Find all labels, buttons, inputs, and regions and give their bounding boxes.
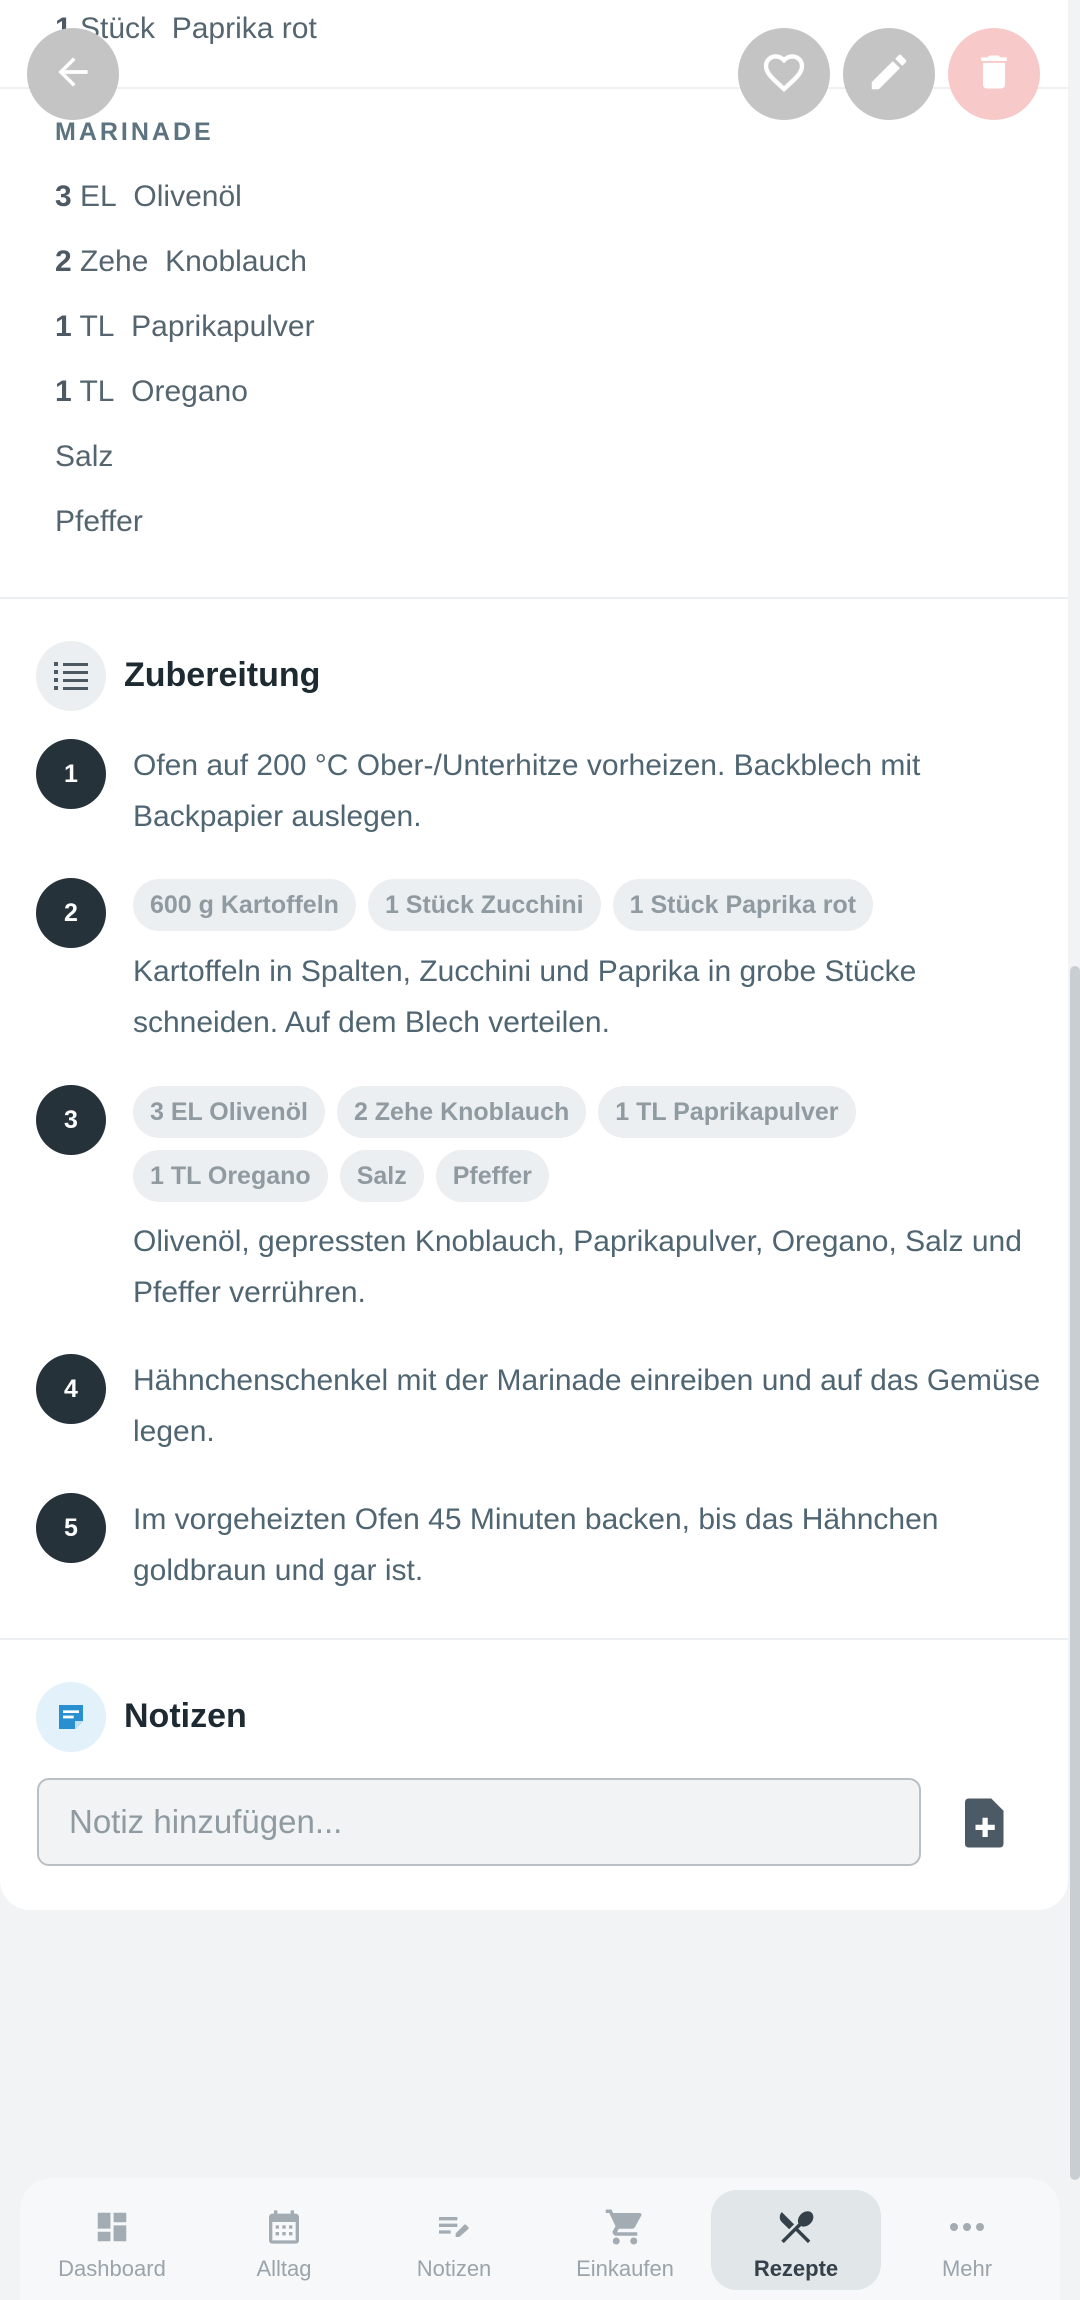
notes-title: Notizen [124, 1697, 247, 1735]
step-text: Olivenöl, gepressten Knoblauch, Paprikap… [133, 1225, 1022, 1309]
list-numbered-icon [36, 641, 106, 711]
ingredient-chip: 1 TL Oregano [133, 1150, 328, 1202]
preparation-title: Zubereitung [124, 656, 321, 694]
ingredient-unit: EL [80, 180, 117, 213]
ingredient-row: 1 TL Paprikapulver [55, 310, 315, 344]
step-ingredient-chips: 600 g Kartoffeln 1 Stück Zucchini 1 Stüc… [133, 879, 1043, 931]
calendar-icon [264, 2204, 304, 2250]
section-divider [0, 597, 1068, 599]
nav-label: Alltag [256, 2256, 312, 2281]
note-add-icon[interactable] [960, 1795, 1012, 1851]
nav-label: Notizen [416, 2256, 492, 2281]
nav-item-notizen[interactable]: Notizen [369, 2190, 539, 2290]
ingredient-amount: 1 [55, 375, 72, 408]
nav-item-einkaufen[interactable]: Einkaufen [540, 2190, 710, 2290]
note-input[interactable] [37, 1778, 921, 1866]
ingredient-unit: TL [79, 375, 115, 408]
nav-label: Mehr [941, 2256, 993, 2281]
ingredient-chip: 600 g Kartoffeln [133, 879, 356, 931]
ingredient-unit: TL [79, 310, 115, 343]
ingredient-row: Pfeffer [55, 505, 143, 539]
ingredient-name: Oregano [131, 375, 248, 408]
ingredient-name: Pfeffer [55, 505, 143, 538]
more-dots-icon [948, 2204, 986, 2250]
ingredient-name: Olivenöl [133, 180, 242, 213]
ingredient-row: 1 TL Oregano [55, 375, 248, 409]
ingredient-row: Salz [55, 440, 113, 474]
trash-icon [972, 50, 1016, 99]
step-number: 4 [36, 1354, 106, 1424]
recipe-detail-screen: 1 Stück Paprika rot MARINADE 3 EL Oliven… [0, 0, 1080, 2300]
ingredient-amount: 1 [55, 310, 72, 343]
ingredient-unit: Zehe [80, 245, 149, 278]
note-icon [36, 1682, 106, 1752]
nav-item-mehr[interactable]: Mehr [882, 2190, 1052, 2290]
ingredient-name: Paprikapulver [131, 310, 315, 343]
ingredient-amount: 3 [55, 180, 72, 213]
nav-item-alltag[interactable]: Alltag [199, 2190, 369, 2290]
ingredient-name: Knoblauch [165, 245, 307, 278]
nav-item-rezepte[interactable]: Rezepte [711, 2190, 881, 2290]
marinade-heading: MARINADE [55, 118, 214, 146]
scrollbar[interactable] [1070, 966, 1080, 2180]
delete-button[interactable] [948, 28, 1040, 120]
step-ingredient-chips: 3 EL Olivenöl 2 Zehe Knoblauch 1 TL Papr… [133, 1086, 1043, 1202]
ingredient-name: Paprika rot [171, 12, 317, 45]
back-button[interactable] [27, 28, 119, 120]
ingredient-amount: 2 [55, 245, 72, 278]
favorite-button[interactable] [738, 28, 830, 120]
step-text: Ofen auf 200 °C Ober-/Unterhitze vorheiz… [133, 749, 921, 833]
ingredient-chip: 3 EL Olivenöl [133, 1086, 325, 1138]
step-text: Kartoffeln in Spalten, Zucchini und Papr… [133, 955, 917, 1039]
step-number: 1 [36, 739, 106, 809]
ingredient-chip: 2 Zehe Knoblauch [336, 1086, 587, 1138]
ingredient-name: Salz [55, 440, 114, 473]
ingredient-chip: Pfeffer [435, 1150, 549, 1202]
step-number: 5 [36, 1493, 106, 1563]
ingredient-chip: 1 Stück Zucchini [367, 879, 601, 931]
step-number: 3 [36, 1085, 106, 1155]
step-number: 2 [36, 878, 106, 948]
edit-button[interactable] [843, 28, 935, 120]
notes-edit-icon [434, 2204, 474, 2250]
cart-icon [604, 2204, 646, 2250]
step-text: Hähnchenschenkel mit der Marinade einrei… [133, 1364, 1041, 1448]
nav-item-dashboard[interactable]: Dashboard [27, 2190, 197, 2290]
ingredient-chip: 1 TL Paprikapulver [598, 1086, 856, 1138]
ingredient-chip: Salz [339, 1150, 424, 1202]
ingredient-chip: 1 Stück Paprika rot [612, 879, 874, 931]
dashboard-icon [93, 2204, 131, 2250]
utensils-icon [775, 2204, 817, 2250]
step-text: Im vorgeheizten Ofen 45 Minuten backen, … [133, 1503, 939, 1587]
nav-label: Einkaufen [576, 2256, 674, 2281]
arrow-back-icon [51, 50, 95, 99]
pencil-icon [866, 49, 912, 100]
heart-outline-icon [760, 48, 808, 101]
nav-label: Rezepte [753, 2256, 839, 2281]
nav-label: Dashboard [58, 2256, 166, 2281]
section-divider [0, 1638, 1068, 1640]
ingredient-row: 3 EL Olivenöl [55, 180, 242, 214]
ingredient-row: 2 Zehe Knoblauch [55, 245, 307, 279]
